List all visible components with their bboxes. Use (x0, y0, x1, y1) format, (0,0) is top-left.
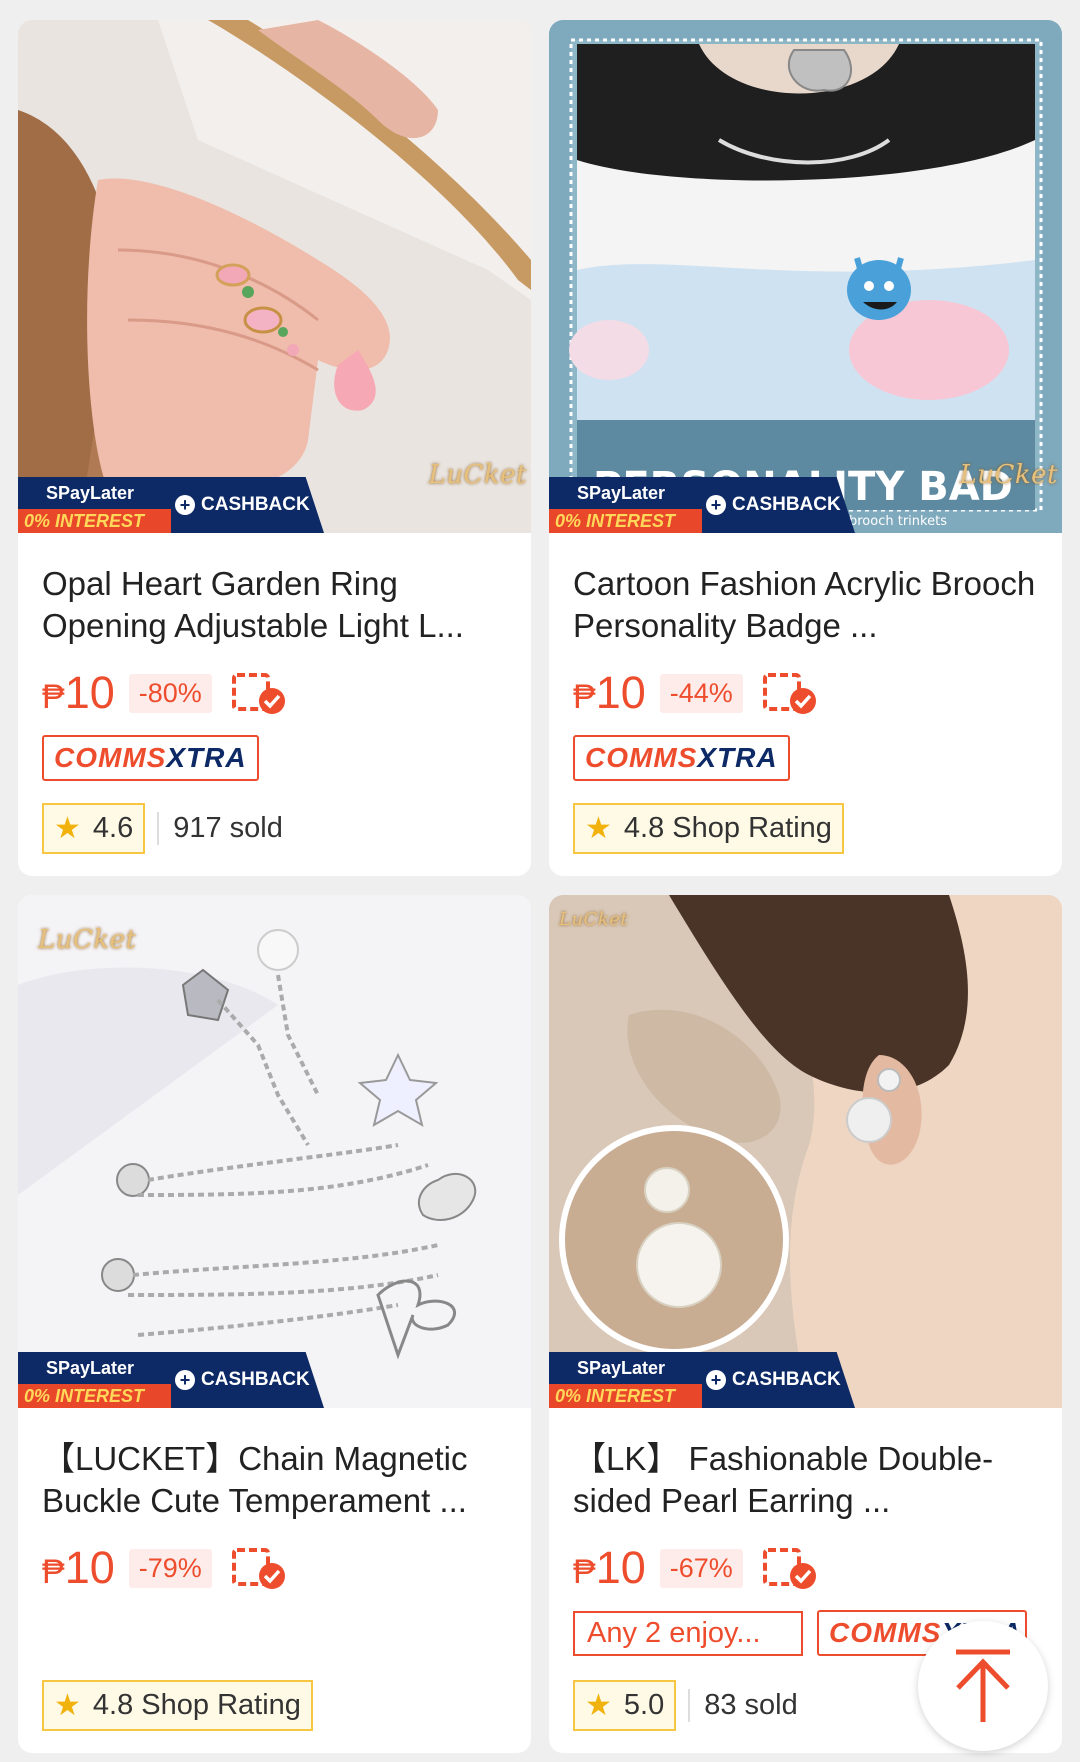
arrow-up-icon (956, 1649, 1010, 1722)
cashback-label: CASHBACK (201, 494, 310, 515)
discount-badge: -79% (128, 1548, 212, 1588)
product-image[interactable]: LuCket SPayLater 0% INTEREST + CASHBACK (549, 895, 1062, 1408)
spaylater-cashback-banner: SPayLater 0% INTEREST + CASHBACK (18, 1352, 324, 1408)
spaylater-label: SPayLater (577, 1358, 666, 1378)
rating-value: 5.0 (623, 1689, 665, 1721)
discount-badge: -67% (659, 1548, 743, 1588)
star-icon: ★ (54, 812, 81, 845)
cashback-label: CASHBACK (732, 1369, 841, 1390)
interest-label: 0% INTEREST (549, 1384, 702, 1408)
brand-logo: LuCket (428, 460, 527, 490)
sold-count: 83 sold (688, 1689, 798, 1722)
pay-later-check-icon (231, 1548, 285, 1589)
brooch-tshirt-photo: PERSONALITY BAD brooch trinkets (549, 20, 1062, 533)
product-price: ₱10 (42, 667, 115, 718)
sold-count: 917 sold (157, 812, 283, 845)
banner-subtext: brooch trinkets (849, 514, 947, 529)
spaylater-cashback-banner: SPayLater 0% INTEREST + CASHBACK (18, 477, 324, 533)
interest-label: 0% INTEREST (18, 509, 171, 533)
plus-icon: + (175, 495, 195, 515)
shop-rating-badge: ★ 4.8 Shop Rating (573, 803, 844, 854)
product-price: ₱10 (573, 667, 646, 718)
product-image[interactable]: PERSONALITY BAD brooch trinkets LuCket S… (549, 20, 1062, 533)
product-card[interactable]: PERSONALITY BAD brooch trinkets LuCket S… (549, 20, 1062, 876)
star-icon: ★ (585, 1689, 612, 1722)
pay-later-check-icon (231, 673, 285, 714)
back-to-top-button[interactable] (918, 1621, 1048, 1751)
pearl-earring-photo (549, 895, 1062, 1408)
product-price: ₱10 (42, 1542, 115, 1593)
commsxtra-badge: COMMSXTRA (573, 735, 790, 781)
product-price: ₱10 (573, 1542, 646, 1593)
discount-badge: -44% (659, 673, 743, 713)
product-title[interactable]: Cartoon Fashion Acrylic Brooch Personali… (573, 563, 1038, 647)
rating-badge: ★ 5.0 (573, 1680, 677, 1731)
rating-badge: ★ 4.6 (42, 803, 146, 854)
product-title[interactable]: Opal Heart Garden Ring Opening Adjustabl… (42, 563, 507, 647)
pay-later-check-icon (762, 1548, 816, 1589)
shop-rating-badge: ★ 4.8 Shop Rating (42, 1680, 313, 1731)
brand-logo: LuCket (959, 460, 1058, 490)
spaylater-label: SPayLater (46, 1358, 135, 1378)
interest-label: 0% INTEREST (549, 509, 702, 533)
product-card[interactable]: LuCket SPayLater 0% INTEREST + CASHBACK O… (18, 20, 531, 876)
product-title[interactable]: 【LK】 Fashionable Double-sided Pearl Earr… (573, 1438, 1038, 1522)
rating-value: 4.8 Shop Rating (623, 812, 832, 844)
spaylater-cashback-banner: SPayLater 0% INTEREST + CASHBACK (549, 1352, 855, 1408)
commsxtra-badge: COMMSXTRA (42, 735, 259, 781)
brand-logo: LuCket (38, 925, 137, 955)
product-grid: LuCket SPayLater 0% INTEREST + CASHBACK O… (0, 0, 1080, 1762)
pay-later-check-icon (762, 673, 816, 714)
product-image[interactable]: LuCket SPayLater 0% INTEREST + CASHBACK (18, 895, 531, 1408)
chain-magnetic-buckle-photo (18, 895, 531, 1408)
discount-badge: -80% (128, 673, 212, 713)
star-icon: ★ (54, 1689, 81, 1722)
rating-value: 4.8 Shop Rating (92, 1689, 301, 1721)
cashback-label: CASHBACK (201, 1369, 310, 1390)
product-card[interactable]: LuCket SPayLater 0% INTEREST + CASHBACK 【… (18, 895, 531, 1753)
spaylater-label: SPayLater (46, 483, 135, 503)
brand-logo: LuCket (559, 909, 629, 930)
product-title[interactable]: 【LUCKET】Chain Magnetic Buckle Cute Tempe… (42, 1438, 507, 1522)
spaylater-cashback-banner: SPayLater 0% INTEREST + CASHBACK (549, 477, 855, 533)
spaylater-label: SPayLater (577, 483, 666, 503)
rating-value: 4.6 (92, 812, 134, 844)
bundle-deal-tag: Any 2 enjoy... (573, 1610, 803, 1656)
ring-hand-photo (18, 20, 531, 533)
cashback-label: CASHBACK (732, 494, 841, 515)
plus-icon: + (706, 495, 726, 515)
plus-icon: + (175, 1370, 195, 1390)
interest-label: 0% INTEREST (18, 1384, 171, 1408)
product-image[interactable]: LuCket SPayLater 0% INTEREST + CASHBACK (18, 20, 531, 533)
star-icon: ★ (585, 812, 612, 845)
plus-icon: + (706, 1370, 726, 1390)
